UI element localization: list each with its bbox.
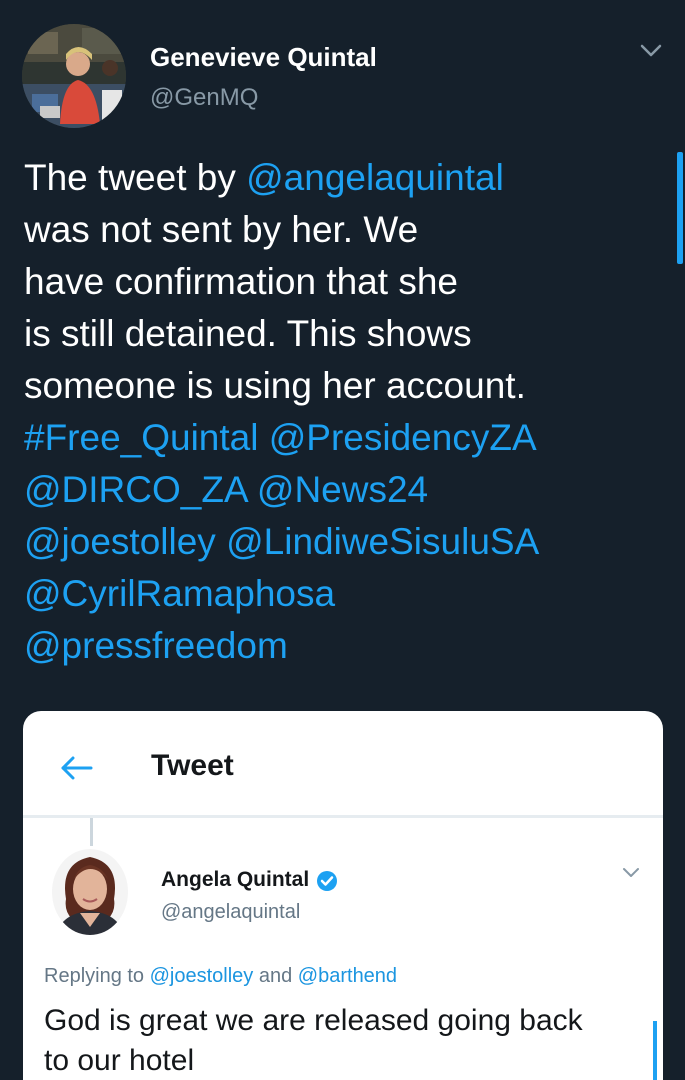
author-avatar[interactable]: [22, 24, 126, 128]
mention-link[interactable]: @PresidencyZA: [269, 417, 537, 458]
mention-link[interactable]: @News24: [257, 469, 428, 510]
tweet-text-line: @DIRCO_ZA @News24: [24, 464, 664, 516]
tweet-text-line: was not sent by her. We: [24, 204, 664, 256]
text-segment: [258, 417, 268, 458]
tweet-text-line: The tweet by @angelaquintal: [24, 152, 664, 204]
hashtag-link[interactable]: #Free_Quintal: [24, 417, 258, 458]
thread-line: [90, 818, 93, 846]
tweet-text-line: have confirmation that she: [24, 256, 664, 308]
text-segment: [216, 521, 226, 562]
verified-badge-icon: [316, 870, 338, 892]
mention-link[interactable]: @LindiweSisuluSA: [226, 521, 539, 562]
back-arrow-icon[interactable]: [57, 753, 97, 783]
scrollbar[interactable]: [677, 152, 683, 264]
replying-to: Replying to @joestolley and @barthend: [44, 965, 397, 988]
tweet-text-line: @joestolley @LindiweSisuluSA: [24, 516, 664, 568]
quoted-text-line: God is great we are released going back: [44, 1004, 583, 1037]
screen-title: Tweet: [151, 749, 234, 782]
text-segment: someone is using her account.: [24, 365, 526, 406]
replying-prefix: Replying to: [44, 965, 150, 987]
mention-link[interactable]: @joestolley: [24, 521, 216, 562]
replying-and: and: [253, 965, 298, 987]
replying-user-link[interactable]: @barthend: [298, 965, 397, 987]
text-segment: The tweet by: [24, 157, 247, 198]
mention-link[interactable]: @angelaquintal: [246, 157, 504, 198]
mention-link[interactable]: @DIRCO_ZA: [24, 469, 247, 510]
tweet-text: The tweet by @angelaquintal was not sent …: [24, 152, 664, 672]
header-divider: [23, 815, 663, 818]
text-segment: [247, 469, 257, 510]
tweet-text-line: someone is using her account.: [24, 360, 664, 412]
tweet-text-line: @pressfreedom: [24, 620, 664, 672]
quoted-tweet-text: God is great we are released going back …: [44, 1001, 644, 1080]
text-segment: is still detained. This shows: [24, 313, 472, 354]
author-handle[interactable]: @GenMQ: [150, 84, 258, 112]
quoted-author-name[interactable]: Angela Quintal: [161, 868, 309, 892]
mention-link[interactable]: @pressfreedom: [24, 625, 288, 666]
quoted-text-line: to our hotel: [44, 1044, 195, 1077]
quoted-author-avatar[interactable]: [52, 849, 128, 935]
text-segment: have confirmation that she: [24, 261, 458, 302]
mention-link[interactable]: @CyrilRamaphosa: [24, 573, 335, 614]
tweet-text-line: is still detained. This shows: [24, 308, 664, 360]
text-segment: was not sent by her. We: [24, 209, 419, 250]
author-name[interactable]: Genevieve Quintal: [150, 42, 377, 73]
tweet-text-line: @CyrilRamaphosa: [24, 568, 664, 620]
quoted-author-handle[interactable]: @angelaquintal: [161, 901, 300, 924]
scrollbar[interactable]: [653, 1021, 657, 1080]
embedded-screenshot[interactable]: Tweet Angela Quintal @angelaquintal Repl…: [23, 711, 663, 1080]
tweet-text-line: #Free_Quintal @PresidencyZA: [24, 412, 664, 464]
chevron-down-icon[interactable]: [636, 38, 666, 62]
chevron-down-icon[interactable]: [620, 865, 642, 881]
replying-user-link[interactable]: @joestolley: [150, 965, 254, 987]
